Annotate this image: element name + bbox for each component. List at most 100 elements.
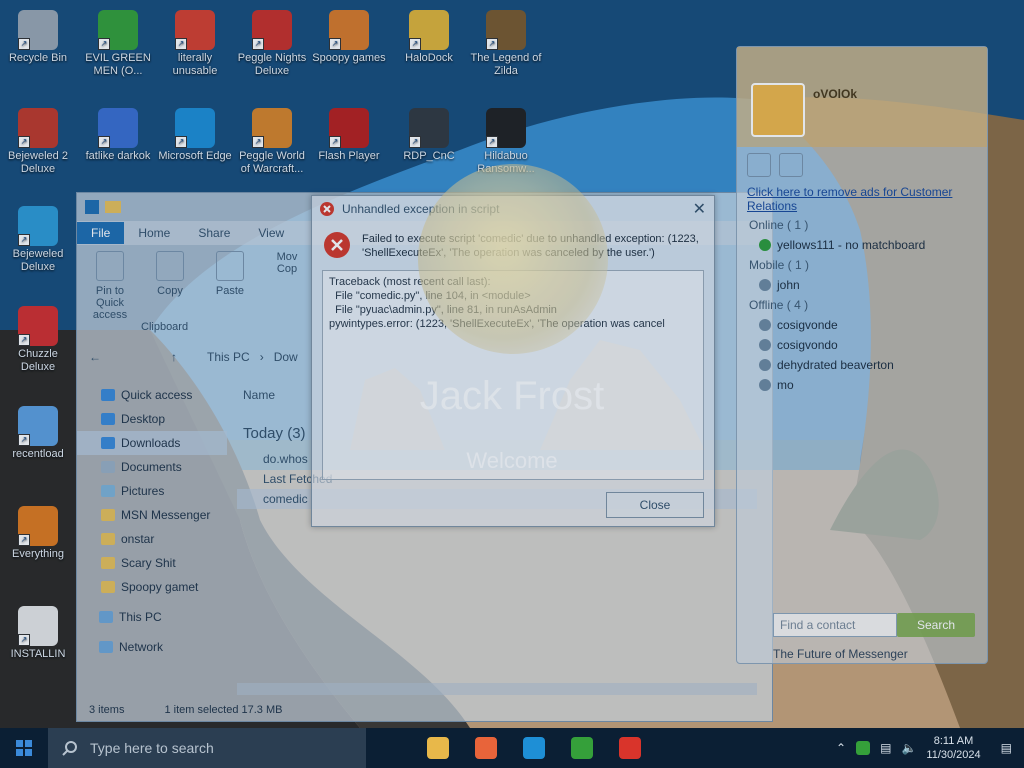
contact-item[interactable]: cosigvondo (737, 335, 987, 355)
contact-group-header[interactable]: Offline ( 4 ) (737, 295, 987, 315)
desktop-icon[interactable]: ↗ Flash Player (311, 108, 387, 163)
nav-network[interactable]: Network (77, 635, 227, 659)
quick-access-toolbar-icon[interactable] (85, 200, 99, 214)
taskbar-app-button[interactable] (464, 728, 508, 768)
contact-group-header[interactable]: Mobile ( 1 ) (737, 255, 987, 275)
desktop-icon[interactable]: ↗ Bejeweled Deluxe (0, 206, 76, 274)
taskbar-app-button[interactable] (608, 728, 652, 768)
halodock-shield-icon: ↗ (409, 10, 449, 50)
everything-icon: ↗ (18, 506, 58, 546)
desktop-icon[interactable]: ↗ Recycle Bin (0, 10, 76, 65)
messenger-username[interactable]: oVOlOk (813, 87, 857, 101)
nav-pictures[interactable]: Pictures (77, 479, 227, 503)
contact-group-header[interactable]: Online ( 1 ) (737, 215, 987, 235)
search-placeholder: Type here to search (90, 740, 214, 756)
shortcut-arrow-icon: ↗ (175, 38, 187, 50)
desktop-icon[interactable]: ↗ literally unusable (157, 10, 233, 78)
horizontal-scrollbar[interactable] (237, 683, 757, 695)
copy-button[interactable]: Copy (147, 251, 193, 327)
contact-item[interactable]: yellows111 - no matchboard (737, 235, 987, 255)
contact-name: cosigvonde (777, 318, 838, 332)
notification-icon[interactable]: ▤ (1001, 741, 1012, 755)
messenger-tab-icon[interactable] (779, 153, 803, 177)
taskbar-app-button[interactable] (560, 728, 604, 768)
desktop-icon[interactable]: ↗ Microsoft Edge (157, 108, 233, 163)
taskbar-app-button[interactable] (512, 728, 556, 768)
messenger-window[interactable]: oVOlOk Click here to remove ads for Cust… (736, 46, 988, 664)
pin-quick-access-button[interactable]: Pin to Quick access (87, 251, 133, 327)
address-downloads[interactable]: Dow (274, 350, 298, 364)
desktop-icon[interactable]: ↗ RDP_CnC (391, 108, 467, 163)
move-to-button[interactable]: Mov Cop (267, 251, 307, 327)
desktop-icon-label: Flash Player (318, 150, 380, 162)
desktop-icon[interactable]: ↗ EVIL GREEN MEN (O... (80, 10, 156, 78)
folder-icon (101, 509, 115, 521)
tab-home[interactable]: Home (124, 222, 184, 244)
clock-date: 11/30/2024 (926, 749, 981, 761)
add-contact-icon[interactable] (747, 153, 771, 177)
clock[interactable]: 8:11 AM 11/30/2024 (926, 734, 980, 762)
copy-icon (156, 251, 184, 281)
contact-item[interactable]: john (737, 275, 987, 295)
shortcut-arrow-icon: ↗ (486, 38, 498, 50)
back-arrow-icon[interactable]: ← (89, 350, 101, 364)
desktop-icon[interactable]: ↗ Bejeweled 2 Deluxe (0, 108, 76, 176)
desktop-icon-label: Bejeweled Deluxe (12, 248, 64, 273)
paste-button[interactable]: Paste (207, 251, 253, 327)
pictures-folder-icon (101, 485, 115, 497)
desktop-icon[interactable]: ↗ The Legend of Zilda (468, 10, 544, 78)
spoopy-games-icon: ↗ (329, 10, 369, 50)
search-button[interactable]: Search (897, 613, 975, 637)
tab-file[interactable]: File (77, 222, 125, 244)
desktop-icon-label: Everything (12, 548, 64, 560)
close-button[interactable]: Close (606, 492, 704, 518)
green-men-tray-icon[interactable] (856, 741, 871, 755)
desktop-icon[interactable]: ↗ Chuzzle Deluxe (0, 306, 76, 374)
desktop-icon[interactable]: ↗ Peggle Nights Deluxe (234, 10, 310, 78)
folder-icon (101, 533, 115, 545)
volume-icon[interactable]: 🔈 (901, 741, 916, 755)
up-arrow-icon[interactable]: ↑ (171, 350, 177, 364)
network-icon[interactable]: ▤ (880, 741, 891, 755)
chrome-icon: ↗ (175, 10, 215, 50)
shortcut-arrow-icon: ↗ (18, 634, 30, 646)
start-button[interactable] (0, 728, 48, 768)
desktop-icon[interactable]: ↗ fatlike darkok (80, 108, 156, 163)
contact-item[interactable]: cosigvonde (737, 315, 987, 335)
tab-view[interactable]: View (244, 222, 298, 244)
search-icon (62, 741, 77, 756)
shortcut-arrow-icon: ↗ (486, 136, 498, 148)
close-icon[interactable]: ✕ (693, 199, 706, 219)
clipboard-group-label: Clipboard (141, 321, 189, 333)
contact-item[interactable]: dehydrated beaverton (737, 355, 987, 375)
messenger-footer: The Future of Messenger (773, 647, 908, 661)
desktop-icon-label: HaloDock (405, 52, 453, 64)
paste-icon (216, 251, 244, 281)
nav-this-pc[interactable]: This PC (77, 605, 227, 629)
desktop-icon[interactable]: ↗ Spoopy games (311, 10, 387, 65)
network-icon (99, 641, 113, 653)
desktop-icon[interactable]: ↗ Peggle World of Warcraft... (234, 108, 310, 176)
taskbar-app-button[interactable] (416, 728, 460, 768)
chuzzle-icon: ↗ (18, 306, 58, 346)
desktop-icon-label: EVIL GREEN MEN (O... (85, 52, 151, 77)
nav-onstar[interactable]: onstar (77, 527, 227, 551)
desktop-icon[interactable]: ↗ Everything (0, 506, 76, 561)
chevron-up-icon[interactable]: ⌃ (836, 741, 846, 755)
move-label: Mov (276, 251, 298, 263)
desktop-icon[interactable]: ↗ INSTALLIN (0, 606, 76, 661)
remove-ads-link[interactable]: Click here to remove ads for Customer Re… (737, 183, 987, 215)
find-contact-input[interactable]: Find a contact (773, 613, 897, 637)
tab-share[interactable]: Share (184, 222, 244, 244)
user-avatar[interactable] (751, 83, 805, 137)
nav-msn-messenger[interactable]: MSN Messenger (77, 503, 227, 527)
taskbar: Type here to search ⌃ ▤ 🔈 8:11 AM 11/30/… (0, 728, 1024, 768)
desktop-icon-label: literally unusable (172, 52, 218, 77)
nav-spoopy[interactable]: Spoopy gamet (77, 575, 227, 599)
desktop-icon[interactable]: ↗ HaloDock (391, 10, 467, 65)
taskbar-search-box[interactable]: Type here to search (48, 728, 366, 768)
nav-scary[interactable]: Scary Shit (77, 551, 227, 575)
nav-label: Network (119, 640, 164, 654)
desktop-icon-label: Peggle World of Warcraft... (239, 150, 305, 175)
address-thispc[interactable]: This PC (207, 350, 250, 364)
